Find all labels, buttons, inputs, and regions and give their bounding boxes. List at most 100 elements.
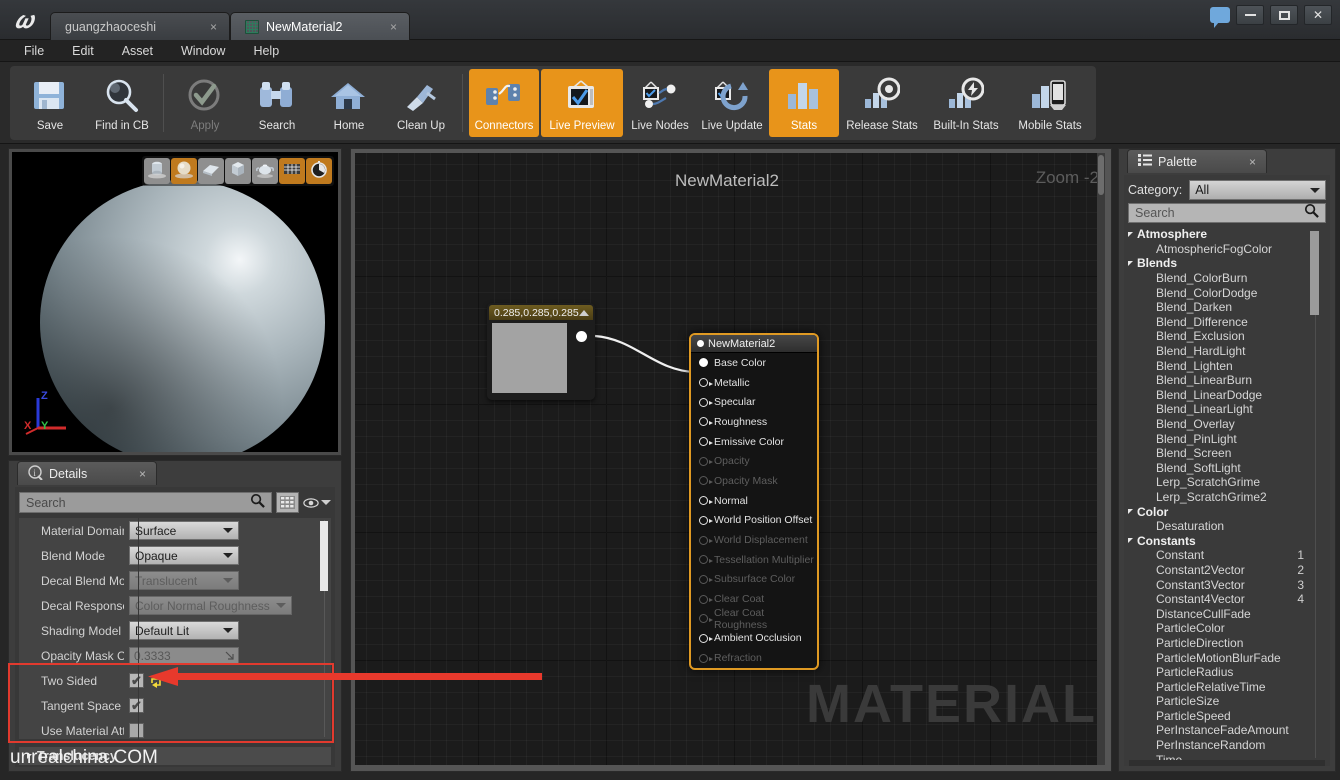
palette-item-perinstancefadeamount[interactable]: PerInstanceFadeAmount [1128,723,1326,738]
details-search-input[interactable] [26,495,250,510]
palette-item-constant3vector[interactable]: Constant3Vector 3 [1128,577,1326,592]
palette-item-blend_difference[interactable]: Blend_Difference [1128,315,1326,330]
toolbar-button-live-preview[interactable]: Live Preview [541,69,623,137]
palette-category-constants[interactable]: Constants [1128,533,1326,548]
graph-vertical-scrollbar[interactable] [1097,153,1105,765]
palette-item-lerp_scratchgrime2[interactable]: Lerp_ScratchGrime2 [1128,490,1326,505]
input-pin[interactable] [699,633,713,643]
palette-search-input[interactable] [1135,206,1304,220]
palette-item-blend_hardlight[interactable]: Blend_HardLight [1128,344,1326,359]
menu-file[interactable]: File [12,42,56,60]
palette-horizontal-scrollbar[interactable] [1129,760,1325,766]
palette-item-particlespeed[interactable]: ParticleSpeed [1128,709,1326,724]
viewport-shape-plane[interactable] [198,158,224,184]
viewport-shape-realtime[interactable] [306,158,332,184]
close-icon[interactable]: × [1249,155,1256,169]
input-pin[interactable] [699,358,708,368]
checkbox-two-sided[interactable]: ✔ [129,673,144,688]
palette-category-color[interactable]: Color [1128,504,1326,519]
dropdown-shading-model[interactable]: Default Lit [129,621,239,640]
toolbar-button-release-stats[interactable]: Release Stats [841,69,923,137]
palette-item-blend_screen[interactable]: Blend_Screen [1128,446,1326,461]
toolbar-button-stats[interactable]: Stats [769,69,839,137]
palette-item-blend_colorburn[interactable]: Blend_ColorBurn [1128,271,1326,286]
material-input-metallic[interactable]: Metallic [691,373,817,393]
dropdown-blend-mode[interactable]: Opaque [129,546,239,565]
palette-scroll-thumb[interactable] [1310,231,1319,315]
input-pin[interactable] [699,437,713,447]
material-input-world-position-offset[interactable]: World Position Offset [691,511,817,531]
material-input-roughness[interactable]: Roughness [691,412,817,432]
close-button[interactable]: ✕ [1304,5,1332,25]
restore-button[interactable] [1270,5,1298,25]
input-pin[interactable] [699,515,713,525]
toolbar-button-clean-up[interactable]: Clean Up [386,69,456,137]
toolbar-button-live-update[interactable]: Live Update [697,69,767,137]
toolbar-button-live-nodes[interactable]: Live Nodes [625,69,695,137]
category-dropdown[interactable]: All [1189,180,1326,200]
palette-item-perinstancerandom[interactable]: PerInstanceRandom [1128,738,1326,753]
menu-help[interactable]: Help [241,42,291,60]
palette-item-blend_lineardodge[interactable]: Blend_LinearDodge [1128,388,1326,403]
toolbar-button-connectors[interactable]: Connectors [469,69,539,137]
viewport-shape-grid[interactable] [279,158,305,184]
node-header[interactable]: NewMaterial2 [691,335,817,353]
palette-item-particlerelativetime[interactable]: ParticleRelativeTime [1128,679,1326,694]
material-input-specular[interactable]: Specular [691,392,817,412]
constant3vector-node[interactable]: 0.285,0.285,0.285 [487,303,595,400]
palette-item-particleradius[interactable]: ParticleRadius [1128,665,1326,680]
minimize-button[interactable] [1236,5,1264,25]
material-input-ambient-occlusion[interactable]: Ambient Occlusion [691,629,817,649]
palette-category-blends[interactable]: Blends [1128,256,1326,271]
palette-search-box[interactable] [1128,203,1326,223]
palette-item-blend_darken[interactable]: Blend_Darken [1128,300,1326,315]
palette-scroll-track[interactable] [1315,315,1316,758]
viewport-shape-sphere[interactable] [171,158,197,184]
display-options-button[interactable] [276,492,299,513]
palette-item-particlesize[interactable]: ParticleSize [1128,694,1326,709]
palette-item-lerp_scratchgrime[interactable]: Lerp_ScratchGrime [1128,475,1326,490]
details-search-box[interactable] [19,492,272,513]
checkbox-use-material-attributes[interactable] [129,723,144,738]
palette-item-distancecullfade[interactable]: DistanceCullFade [1128,606,1326,621]
toolbar-button-save[interactable]: Save [15,69,85,137]
toolbar-button-built-in-stats[interactable]: Built-In Stats [925,69,1007,137]
menu-edit[interactable]: Edit [60,42,106,60]
input-pin[interactable] [699,397,713,407]
palette-item-blend_colordodge[interactable]: Blend_ColorDodge [1128,285,1326,300]
material-input-base-color[interactable]: Base Color [691,353,817,373]
viewport-shape-teapot[interactable] [252,158,278,184]
input-pin[interactable] [699,496,713,506]
palette-item-constant4vector[interactable]: Constant4Vector 4 [1128,592,1326,607]
input-pin[interactable] [699,378,713,388]
feedback-chat-icon[interactable] [1210,7,1230,28]
palette-item-constant2vector[interactable]: Constant2Vector 2 [1128,563,1326,578]
material-input-emissive-color[interactable]: Emissive Color [691,432,817,452]
menu-asset[interactable]: Asset [110,42,165,60]
close-icon[interactable]: × [204,20,217,34]
details-panel-tab[interactable]: i Details × [17,461,157,485]
menu-window[interactable]: Window [169,42,237,60]
palette-item-constant[interactable]: Constant 1 [1128,548,1326,563]
tab-newmaterial2[interactable]: NewMaterial2 × [230,12,410,40]
palette-item-blend_linearlight[interactable]: Blend_LinearLight [1128,402,1326,417]
property-scroll-thumb[interactable] [320,521,328,591]
checkbox-tangent-space-normal[interactable]: ✔ [129,698,144,713]
node-header[interactable]: 0.285,0.285,0.285 [489,305,593,320]
toolbar-button-home[interactable]: Home [314,69,384,137]
tab-guangzhaoceshi[interactable]: guangzhaoceshi × [50,12,230,40]
material-output-node[interactable]: NewMaterial2 Base Color Metallic Specular R… [689,333,819,670]
palette-panel-tab[interactable]: Palette × [1127,149,1267,173]
toolbar-button-search[interactable]: Search [242,69,312,137]
dropdown-material-domain[interactable]: Surface [129,521,239,540]
palette-item-blend_lighten[interactable]: Blend_Lighten [1128,358,1326,373]
preview-viewport[interactable]: Z Y X [12,152,338,452]
palette-item-blend_pinlight[interactable]: Blend_PinLight [1128,431,1326,446]
palette-category-atmosphere[interactable]: Atmosphere [1128,227,1326,242]
palette-item-blend_linearburn[interactable]: Blend_LinearBurn [1128,373,1326,388]
palette-item-atmosphericfogcolor[interactable]: AtmosphericFogColor [1128,242,1326,257]
palette-item-particledirection[interactable]: ParticleDirection [1128,636,1326,651]
toolbar-button-mobile-stats[interactable]: Mobile Stats [1009,69,1091,137]
palette-item-desaturation[interactable]: Desaturation [1128,519,1326,534]
material-input-normal[interactable]: Normal [691,491,817,511]
